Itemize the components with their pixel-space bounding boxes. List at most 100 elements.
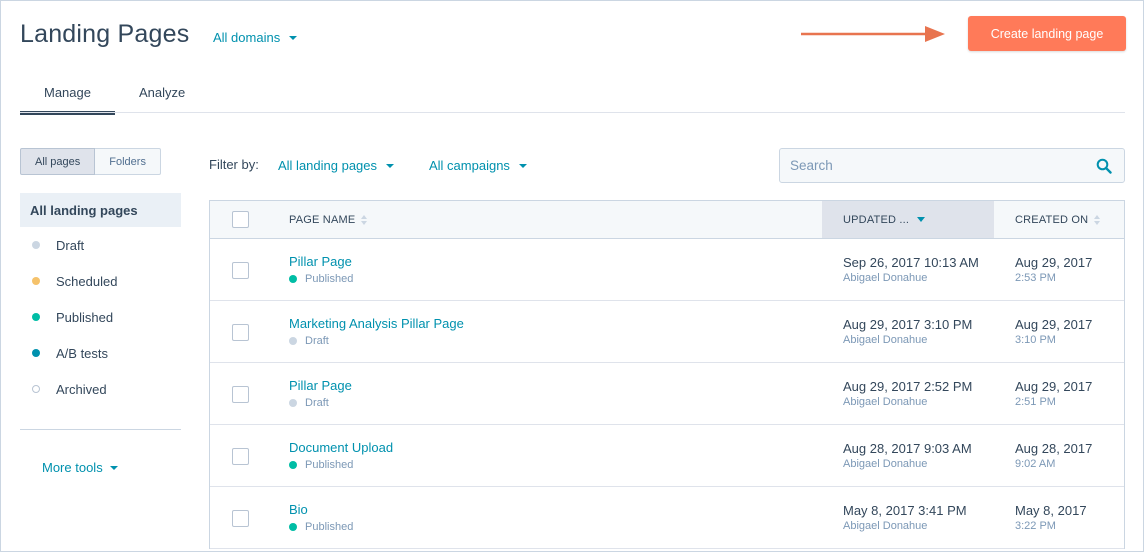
sort-icon	[1094, 214, 1101, 225]
sidebar-item-scheduled[interactable]: Scheduled	[20, 263, 181, 299]
created-date: Aug 29, 2017	[1015, 379, 1093, 394]
status-badge: Draft	[289, 397, 329, 409]
page-name-link[interactable]: Pillar Page	[289, 254, 352, 269]
page-name-link[interactable]: Marketing Analysis Pillar Page	[289, 316, 464, 331]
filter-label: Filter by:	[209, 157, 259, 172]
chevron-down-icon	[386, 163, 395, 168]
search-box	[779, 148, 1125, 183]
updated-by: Abigael Donahue	[843, 520, 928, 532]
updated-date: Aug 29, 2017 2:52 PM	[843, 379, 973, 394]
search-icon[interactable]	[1096, 158, 1112, 174]
row-checkbox[interactable]	[232, 324, 249, 341]
sidebar-item-label: Published	[56, 309, 114, 325]
domains-dropdown-label: All domains	[213, 30, 281, 45]
column-header-created-on[interactable]: CREATED ON	[1015, 201, 1101, 238]
more-tools-dropdown[interactable]: More tools	[42, 460, 118, 475]
sort-icon	[361, 214, 368, 225]
table-row: Pillar Page Published Sep 26, 2017 10:13…	[210, 239, 1124, 301]
status-dot-icon	[32, 241, 40, 249]
page-name-link[interactable]: Document Upload	[289, 440, 393, 455]
row-checkbox[interactable]	[232, 386, 249, 403]
sidebar-item-label: Draft	[56, 237, 85, 253]
updated-date: Aug 28, 2017 9:03 AM	[843, 441, 972, 456]
tabs-divider	[20, 112, 1125, 113]
sidebar-item-archived[interactable]: Archived	[20, 371, 181, 407]
select-all-checkbox-cell	[232, 201, 249, 238]
status-label: Published	[305, 273, 354, 285]
column-header-label: PAGE NAME	[289, 213, 356, 226]
created-date: Aug 28, 2017	[1015, 441, 1093, 456]
status-dot-icon	[32, 313, 40, 321]
campaigns-filter-dropdown[interactable]: All campaigns	[429, 158, 527, 173]
table-row: Document Upload Published Aug 28, 2017 9…	[210, 425, 1124, 487]
page-name-link[interactable]: Pillar Page	[289, 378, 352, 393]
column-header-label: UPDATED ...	[843, 213, 910, 226]
created-date: May 8, 2017	[1015, 503, 1087, 518]
landing-pages-table: PAGE NAME UPDATED ... CREATED ON Pillar …	[209, 200, 1125, 549]
row-checkbox[interactable]	[232, 448, 249, 465]
updated-by: Abigael Donahue	[843, 458, 928, 470]
create-landing-page-button[interactable]: Create landing page	[968, 16, 1126, 51]
sidebar-item-label: Archived	[56, 381, 107, 397]
status-label: Published	[305, 459, 354, 471]
select-all-checkbox[interactable]	[232, 211, 249, 228]
sidebar-divider	[20, 429, 181, 430]
tab-analyze[interactable]: Analyze	[115, 81, 209, 115]
status-badge: Published	[289, 273, 353, 285]
all-pages-toggle[interactable]: All pages	[20, 148, 96, 175]
sidebar-item-draft[interactable]: Draft	[20, 227, 181, 263]
sort-descending-icon	[917, 217, 926, 222]
sidebar-item-label: A/B tests	[56, 345, 109, 361]
row-checkbox[interactable]	[232, 510, 249, 527]
status-label: Draft	[305, 335, 329, 347]
created-date: Aug 29, 2017	[1015, 317, 1093, 332]
status-dot-icon	[32, 349, 40, 357]
updated-by: Abigael Donahue	[843, 334, 928, 346]
sidebar-item-label: All landing pages	[30, 202, 138, 218]
sidebar-item-ab-tests[interactable]: A/B tests	[20, 335, 181, 371]
created-time: 2:53 PM	[1015, 272, 1056, 284]
tabs: Manage Analyze	[20, 81, 209, 115]
table-row: Bio Published May 8, 2017 3:41 PM Abigae…	[210, 487, 1124, 549]
filter-dropdown-label: All campaigns	[429, 158, 510, 173]
domains-dropdown[interactable]: All domains	[213, 30, 298, 45]
status-badge: Draft	[289, 335, 329, 347]
sidebar-item-published[interactable]: Published	[20, 299, 181, 335]
table-row: Pillar Page Draft Aug 29, 2017 2:52 PM A…	[210, 363, 1124, 425]
status-badge: Published	[289, 521, 353, 533]
sidebar-filter-list: All landing pages Draft Scheduled Publis…	[20, 193, 181, 407]
landing-pages-filter-dropdown[interactable]: All landing pages	[278, 158, 395, 173]
updated-date: May 8, 2017 3:41 PM	[843, 503, 967, 518]
sidebar-item-label: Scheduled	[56, 273, 118, 289]
filter-dropdown-label: All landing pages	[278, 158, 378, 173]
created-date: Aug 29, 2017	[1015, 255, 1093, 270]
updated-date: Aug 29, 2017 3:10 PM	[843, 317, 973, 332]
chevron-down-icon	[109, 465, 118, 470]
created-time: 3:22 PM	[1015, 520, 1056, 532]
tab-manage[interactable]: Manage	[20, 81, 115, 115]
table-row: Marketing Analysis Pillar Page Draft Aug…	[210, 301, 1124, 363]
app-frame: Landing Pages All domains Create landing…	[0, 0, 1144, 552]
row-checkbox[interactable]	[232, 262, 249, 279]
more-tools-label: More tools	[42, 460, 103, 475]
updated-by: Abigael Donahue	[843, 396, 928, 408]
column-header-updated[interactable]: UPDATED ...	[822, 201, 994, 238]
status-badge: Published	[289, 459, 353, 471]
created-time: 9:02 AM	[1015, 458, 1056, 470]
status-dot-icon	[32, 277, 40, 285]
chevron-down-icon	[518, 163, 527, 168]
status-dot-icon	[289, 523, 297, 531]
status-dot-icon	[289, 337, 297, 345]
created-time: 3:10 PM	[1015, 334, 1056, 346]
page-name-link[interactable]: Bio	[289, 502, 308, 517]
status-dot-icon	[289, 399, 297, 407]
created-time: 2:51 PM	[1015, 396, 1056, 408]
status-label: Published	[305, 521, 354, 533]
arrow-right-icon	[801, 26, 945, 42]
sidebar-item-all-landing-pages[interactable]: All landing pages	[20, 193, 181, 227]
table-header: PAGE NAME UPDATED ... CREATED ON	[210, 201, 1124, 239]
search-input[interactable]	[780, 149, 1090, 182]
updated-date: Sep 26, 2017 10:13 AM	[843, 255, 979, 270]
folders-toggle[interactable]: Folders	[95, 148, 161, 175]
column-header-page-name[interactable]: PAGE NAME	[289, 201, 368, 238]
